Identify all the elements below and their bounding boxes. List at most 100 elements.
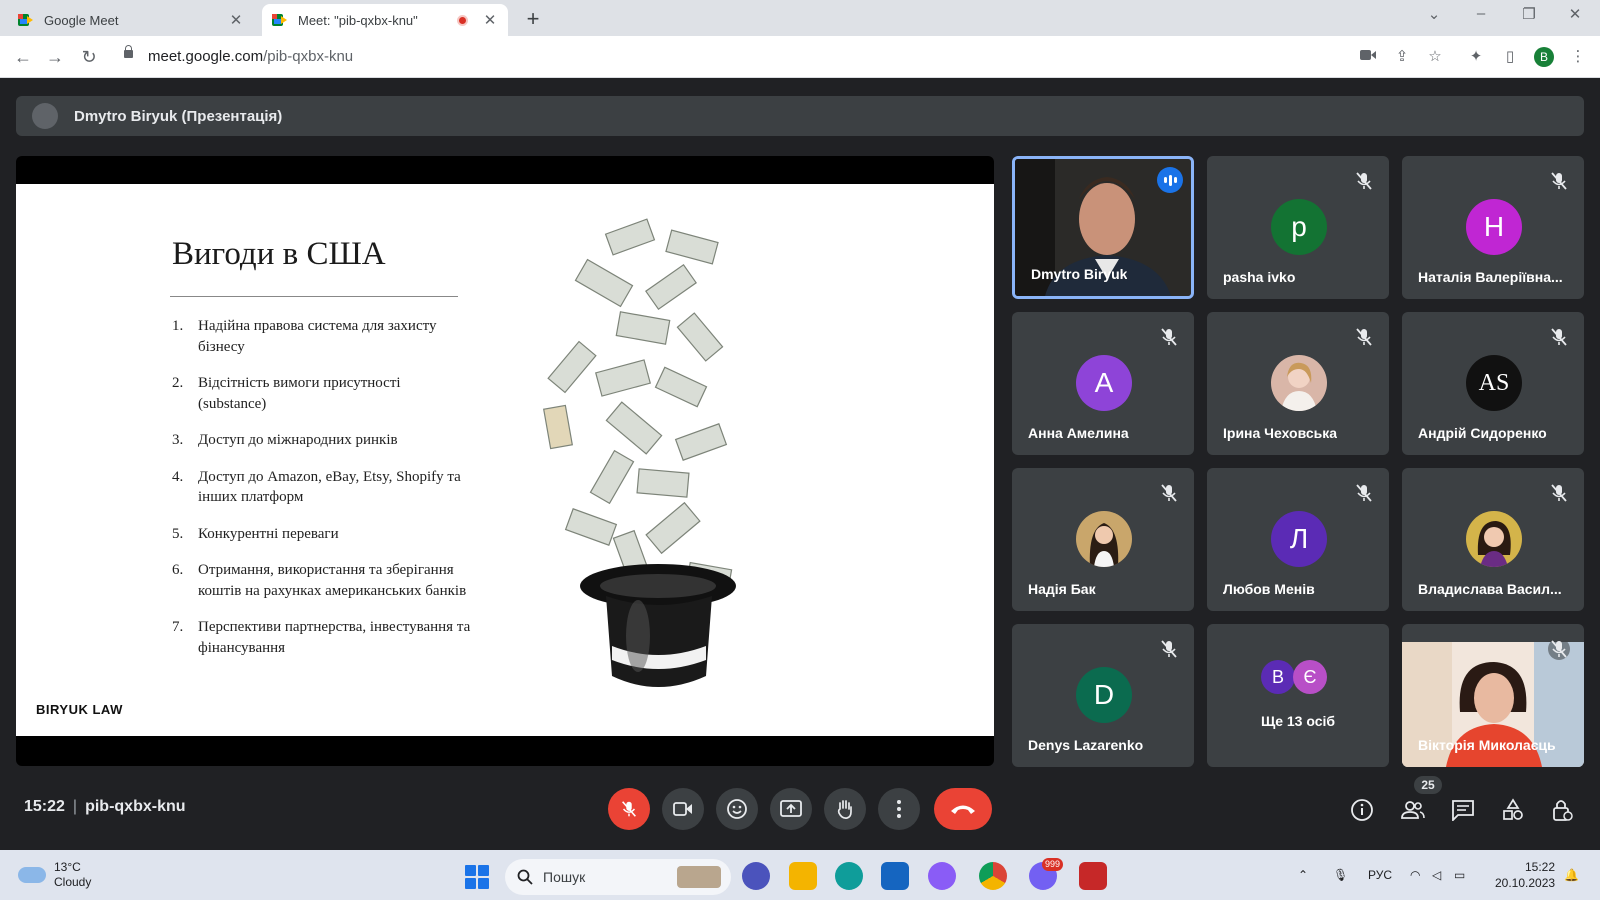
- present-screen-button[interactable]: [770, 788, 812, 830]
- weather-widget[interactable]: 13°C Cloudy: [18, 860, 91, 890]
- edge-browser-app-icon[interactable]: [835, 862, 863, 890]
- participant-tile[interactable]: Dmytro Biryuk: [1012, 156, 1194, 299]
- chrome-app-icon[interactable]: [979, 862, 1007, 890]
- participant-tile[interactable]: AS Андрій Сидоренко: [1402, 312, 1584, 455]
- participant-photo-avatar: [1076, 511, 1132, 567]
- forward-button[interactable]: →: [42, 44, 68, 70]
- participant-name: Denys Lazarenko: [1028, 737, 1144, 753]
- tab-title: Google Meet: [44, 12, 119, 28]
- reactions-button[interactable]: [716, 788, 758, 830]
- participant-tile[interactable]: Владислава Васил...: [1402, 468, 1584, 611]
- participant-name: Наталія Валеріївна...: [1418, 269, 1563, 285]
- system-clock[interactable]: 15:22 20.10.2023: [1495, 859, 1555, 891]
- participant-tile[interactable]: Надія Бак: [1012, 468, 1194, 611]
- slide-title: Вигоди в США: [172, 236, 386, 272]
- reload-button[interactable]: ↻: [76, 44, 102, 70]
- back-button[interactable]: ←: [10, 44, 36, 70]
- tab-search-icon[interactable]: ⌄: [1419, 5, 1449, 23]
- participant-tile[interactable]: Вікторія Миколаєць: [1402, 624, 1584, 767]
- extensions-icon[interactable]: ✦: [1466, 47, 1486, 67]
- meeting-code: pib-qxbx-knu: [85, 798, 186, 815]
- people-button[interactable]: [1400, 797, 1426, 823]
- muted-mic-icon: [1161, 640, 1177, 658]
- more-participants-tile[interactable]: В Є Ще 13 осіб: [1207, 624, 1389, 767]
- microphone-tray-icon[interactable]: 🎙: [1333, 868, 1348, 882]
- lock-person-icon: [1553, 800, 1573, 821]
- raise-hand-button[interactable]: [824, 788, 866, 830]
- assistant-app-icon[interactable]: [928, 862, 956, 890]
- participant-tile[interactable]: p pasha ivko: [1207, 156, 1389, 299]
- toggle-microphone-button[interactable]: [608, 788, 650, 830]
- participant-name: Вікторія Миколаєць: [1418, 737, 1556, 753]
- taskbar-search[interactable]: Пошук: [505, 859, 731, 895]
- meeting-info: 15:22 | pib-qxbx-knu: [24, 798, 186, 815]
- muted-mic-icon: [1356, 484, 1372, 502]
- share-icon[interactable]: ⇪: [1392, 47, 1412, 67]
- slide-brand-logo: BIRYUK LAW: [36, 702, 123, 717]
- close-tab-icon[interactable]: ✕: [482, 11, 498, 29]
- search-placeholder: Пошук: [543, 869, 586, 885]
- participant-name: Андрій Сидоренко: [1418, 425, 1547, 441]
- volume-icon[interactable]: ◁: [1432, 868, 1441, 882]
- participant-avatar: Є: [1293, 660, 1327, 694]
- mail-app-icon[interactable]: [881, 862, 909, 890]
- camera-permission-icon[interactable]: [1358, 47, 1378, 67]
- toggle-camera-button[interactable]: [662, 788, 704, 830]
- participant-name: Ірина Чеховська: [1223, 425, 1338, 441]
- more-options-button[interactable]: [878, 788, 920, 830]
- slide-divider: [170, 296, 458, 297]
- battery-icon[interactable]: ▭: [1454, 868, 1465, 882]
- tab-google-meet[interactable]: Google Meet ✕: [8, 4, 254, 36]
- file-explorer-app-icon[interactable]: [789, 862, 817, 890]
- meeting-details-button[interactable]: [1349, 797, 1375, 823]
- participant-tile[interactable]: D Denys Lazarenko: [1012, 624, 1194, 767]
- browser-menu-icon[interactable]: ⋮: [1568, 47, 1588, 67]
- participant-name: Dmytro Biryuk: [1031, 266, 1128, 282]
- language-indicator[interactable]: РУС: [1368, 868, 1392, 882]
- meet-favicon-icon: [272, 12, 288, 28]
- close-tab-icon[interactable]: ✕: [228, 11, 244, 29]
- recording-indicator-icon: [457, 14, 468, 26]
- tray-overflow-icon[interactable]: ⌃: [1298, 868, 1308, 882]
- side-panel-icon[interactable]: ▯: [1500, 47, 1520, 67]
- participant-tile[interactable]: Н Наталія Валеріївна...: [1402, 156, 1584, 299]
- weather-temp: 13°C: [54, 860, 81, 874]
- host-controls-button[interactable]: [1549, 797, 1575, 823]
- muted-mic-icon: [1161, 484, 1177, 502]
- participant-count-badge: 25: [1414, 776, 1442, 794]
- tab-meet-call[interactable]: Meet: "pib-qxbx-knu" ✕: [262, 4, 508, 36]
- participant-tile[interactable]: А Анна Амелина: [1012, 312, 1194, 455]
- profile-avatar[interactable]: B: [1534, 47, 1554, 67]
- participant-avatar: Л: [1271, 511, 1327, 567]
- notifications-icon[interactable]: 🔔: [1564, 868, 1579, 882]
- new-tab-button[interactable]: +: [520, 6, 546, 32]
- leave-call-button[interactable]: [934, 788, 992, 830]
- close-window-button[interactable]: ✕: [1560, 5, 1590, 23]
- muted-mic-icon: [1551, 484, 1567, 502]
- participant-avatar: Н: [1466, 199, 1522, 255]
- slide-list: 1. Надійна правова система для захисту бі…: [172, 316, 472, 674]
- bookmark-star-icon[interactable]: ☆: [1425, 47, 1445, 67]
- address-bar[interactable]: meet.google.com/pib-qxbx-knu: [112, 41, 1562, 73]
- antivirus-app-icon[interactable]: [1079, 862, 1107, 890]
- chat-button[interactable]: [1450, 797, 1476, 823]
- shapes-icon: [1503, 798, 1523, 820]
- activities-button[interactable]: [1500, 797, 1526, 823]
- participant-tile[interactable]: Л Любов Менів: [1207, 468, 1389, 611]
- slide-list-item: 4. Доступ до Amazon, eBay, Etsy, Shopify …: [172, 468, 461, 506]
- wifi-icon[interactable]: ◠: [1410, 868, 1420, 882]
- present-icon: [780, 800, 802, 817]
- participant-tile[interactable]: Ірина Чеховська: [1207, 312, 1389, 455]
- participant-name: Надія Бак: [1028, 581, 1096, 597]
- weather-desc: Cloudy: [54, 875, 92, 889]
- lock-icon: [124, 45, 133, 58]
- teams-chat-app-icon[interactable]: [742, 862, 770, 890]
- slide-list-item: 5. Конкурентні переваги: [172, 525, 339, 542]
- presenter-label: Dmytro Biryuk (Презентація): [74, 107, 283, 125]
- cloud-icon: [18, 867, 46, 883]
- restore-button[interactable]: ❐: [1514, 5, 1544, 23]
- minimize-button[interactable]: –: [1466, 5, 1496, 22]
- slide-list-item: 1. Надійна правова система для захисту бі…: [172, 318, 437, 355]
- slide-list-item: 6. Отримання, використання та зберігання …: [172, 562, 467, 599]
- windows-start-button[interactable]: [465, 865, 489, 889]
